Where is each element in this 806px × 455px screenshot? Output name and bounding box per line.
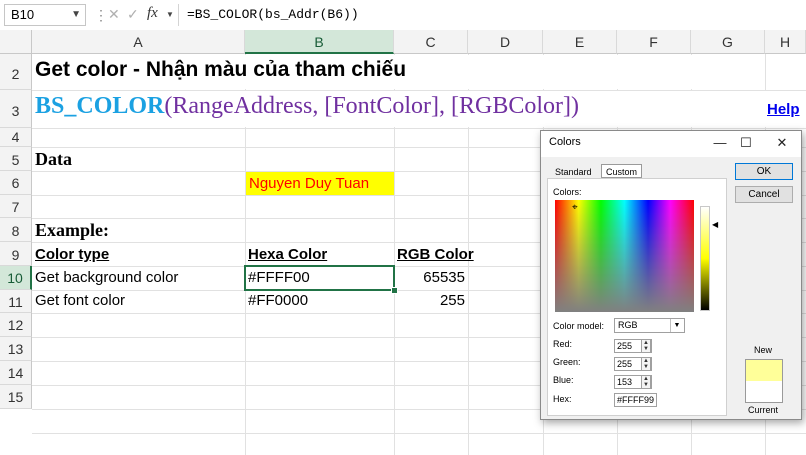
color-model-label: Color model: — [553, 321, 605, 331]
current-label: Current — [748, 405, 779, 415]
cell-b11[interactable]: #FF0000 — [248, 292, 308, 309]
chevron-down-icon[interactable]: ▼ — [71, 5, 81, 25]
row-header-4[interactable]: 4 — [0, 128, 32, 147]
blue-spinner-icon[interactable]: ▲ ▼ — [641, 375, 651, 389]
cell-a11[interactable]: Get font color — [35, 292, 125, 309]
column-header-e[interactable]: E — [543, 30, 617, 54]
more-options-icon[interactable]: ⋮ — [94, 7, 108, 24]
select-all-corner[interactable] — [0, 30, 32, 54]
spectrum-crosshair-icon[interactable]: ⌖ — [572, 202, 578, 213]
tab-standard[interactable]: Standard — [551, 165, 596, 179]
hex-input[interactable]: #FFFF99 — [614, 393, 657, 407]
column-header-c[interactable]: C — [394, 30, 468, 54]
colors-dialog: Colors — ☐ ✕ Standard Custom Colors: ⌖ ◀… — [540, 130, 802, 420]
function-args: RangeAddress, [FontColor], [RGBColor] — [172, 93, 572, 119]
row-header-2[interactable]: 2 — [0, 54, 32, 90]
column-header-f[interactable]: F — [617, 30, 691, 54]
cell-b6[interactable]: Nguyen Duy Tuan — [249, 175, 369, 192]
row-header-10[interactable]: 10 — [0, 266, 32, 290]
column-header-h[interactable]: H — [765, 30, 806, 54]
cell-a9[interactable]: Color type — [35, 246, 109, 263]
cancel-icon[interactable]: ✕ — [108, 6, 120, 23]
blue-label: Blue: — [553, 375, 574, 385]
hex-label: Hex: — [553, 394, 572, 404]
color-spectrum[interactable] — [555, 200, 694, 312]
column-header-a[interactable]: A — [32, 30, 245, 54]
row-header-9[interactable]: 9 — [0, 242, 32, 266]
dialog-titlebar[interactable]: Colors — ☐ ✕ — [541, 131, 801, 157]
row-header-8[interactable]: 8 — [0, 218, 32, 242]
color-model-value: RGB — [618, 320, 638, 330]
enter-icon[interactable]: ✓ — [127, 6, 139, 23]
name-box[interactable]: B10 ▼ — [4, 4, 86, 26]
red-label: Red: — [553, 339, 573, 349]
luminance-arrow-icon[interactable]: ◀ — [712, 220, 718, 229]
luminance-slider[interactable] — [700, 206, 710, 311]
row-header-11[interactable]: 11 — [0, 290, 32, 313]
cell-a8[interactable]: Example: — [35, 220, 109, 241]
minimize-icon[interactable]: — — [709, 133, 731, 153]
row-header-15[interactable]: 15 — [0, 385, 32, 409]
close-paren: ) — [571, 93, 580, 119]
custom-panel: Colors: ⌖ ◀ Color model: RGB ▼ Red: 255 … — [547, 178, 727, 416]
cell-b9[interactable]: Hexa Color — [248, 246, 327, 263]
green-label: Green: — [553, 357, 581, 367]
dialog-title: Colors — [549, 136, 581, 148]
name-box-value: B10 — [11, 7, 35, 22]
function-name: BS_COLOR — [35, 93, 165, 119]
gridline — [32, 128, 806, 129]
column-header-g[interactable]: G — [691, 30, 765, 54]
maximize-icon[interactable]: ☐ — [735, 133, 757, 153]
cell-c10[interactable]: 65535 — [394, 269, 465, 286]
formula-chevron-icon[interactable]: ▼ — [166, 10, 174, 19]
cell-a2-title[interactable]: Get color - Nhận màu của tham chiếu — [35, 58, 406, 82]
cell-c9[interactable]: RGB Color — [397, 246, 474, 263]
row-header-13[interactable]: 13 — [0, 337, 32, 361]
cancel-button[interactable]: Cancel — [735, 186, 793, 203]
column-header-b[interactable]: B — [245, 30, 394, 54]
formula-bar: B10 ▼ ⋮ ✕ ✓ fx ▼ =BS_COLOR(bs_Addr(B6)) — [0, 0, 806, 31]
current-color-swatch — [745, 381, 783, 403]
fill-handle[interactable] — [391, 287, 398, 294]
function-icon[interactable]: fx — [147, 5, 158, 22]
colors-label: Colors: — [553, 187, 582, 197]
new-label: New — [754, 345, 773, 355]
help-link[interactable]: Help — [767, 101, 800, 118]
gridline — [32, 433, 806, 434]
ok-button[interactable]: OK — [735, 163, 793, 180]
row-header-6[interactable]: 6 — [0, 171, 32, 195]
chevron-down-icon[interactable]: ▼ — [670, 319, 683, 332]
row-header-12[interactable]: 12 — [0, 313, 32, 337]
column-header-d[interactable]: D — [468, 30, 543, 54]
row-header-3[interactable]: 3 — [0, 90, 32, 128]
close-icon[interactable]: ✕ — [771, 133, 793, 153]
cell-a3-syntax[interactable]: BS_COLOR(RangeAddress, [FontColor], [RGB… — [35, 93, 579, 120]
tab-custom[interactable]: Custom — [601, 164, 643, 178]
color-model-select[interactable]: RGB ▼ — [614, 318, 685, 333]
row-header-5[interactable]: 5 — [0, 147, 32, 171]
cell-c11[interactable]: 255 — [394, 292, 465, 309]
formula-input[interactable]: =BS_COLOR(bs_Addr(B6)) — [178, 4, 806, 26]
row-header-14[interactable]: 14 — [0, 361, 32, 385]
active-cell-border — [244, 265, 395, 291]
green-spinner-icon[interactable]: ▲ ▼ — [641, 357, 651, 371]
new-color-swatch — [745, 359, 783, 381]
cell-a10[interactable]: Get background color — [35, 269, 178, 286]
row-header-7[interactable]: 7 — [0, 195, 32, 218]
cell-a5[interactable]: Data — [35, 149, 72, 170]
red-spinner-icon[interactable]: ▲ ▼ — [641, 339, 651, 353]
